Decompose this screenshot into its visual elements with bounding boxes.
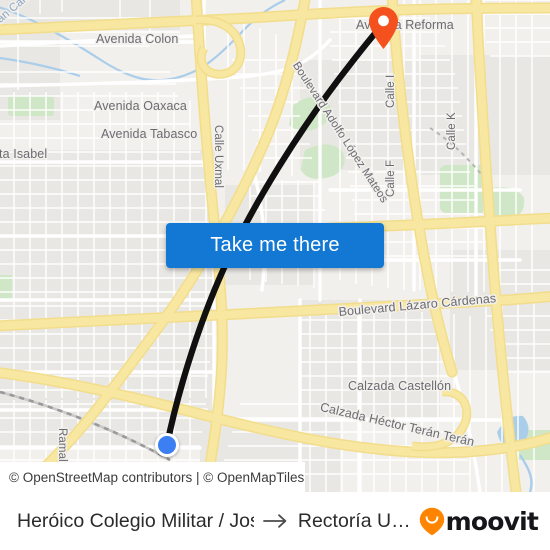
route-summary[interactable]: Heróico Colegio Militar / José Marian… R… xyxy=(17,510,411,533)
map-canvas[interactable]: can Canal Avenida Colon Avenida Oaxaca A… xyxy=(0,0,550,492)
attribution-text: © OpenStreetMap contributors | © OpenMap… xyxy=(9,469,305,485)
current-location-marker[interactable] xyxy=(155,433,179,457)
moovit-wordmark: moovit xyxy=(445,506,539,536)
map-attribution: © OpenStreetMap contributors | © OpenMap… xyxy=(0,462,305,492)
moovit-pin-icon xyxy=(419,507,444,535)
moovit-map-screen: can Canal Avenida Colon Avenida Oaxaca A… xyxy=(0,0,550,550)
destination-pin-icon[interactable] xyxy=(368,6,399,50)
route-origin-label: Heróico Colegio Militar / José Marian… xyxy=(17,509,254,532)
bottom-bar: Heróico Colegio Militar / José Marian… R… xyxy=(0,492,550,550)
moovit-logo[interactable]: moovit xyxy=(419,506,539,536)
take-me-there-button[interactable]: Take me there xyxy=(166,223,384,268)
route-destination-label: Rectoría U… xyxy=(297,509,411,532)
arrow-right-icon xyxy=(262,514,287,528)
